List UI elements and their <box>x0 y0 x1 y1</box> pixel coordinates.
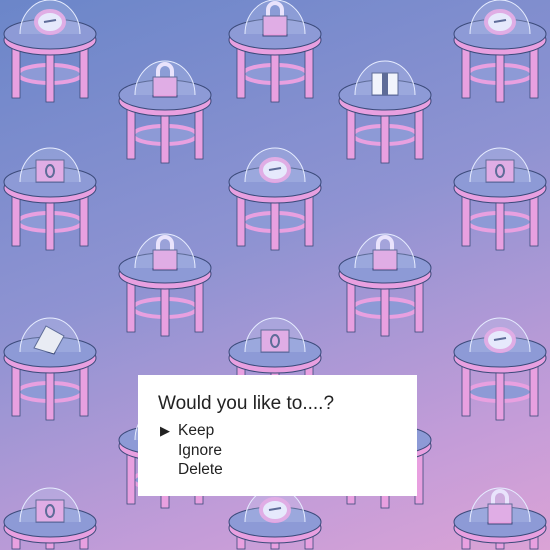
option-keep[interactable]: ▶ Keep <box>158 421 417 441</box>
display-table <box>453 147 547 251</box>
glass-dome <box>469 147 531 183</box>
glass-dome <box>469 0 531 35</box>
display-table <box>228 487 322 550</box>
display-table <box>118 60 212 164</box>
display-table <box>453 0 547 103</box>
display-table <box>338 233 432 337</box>
glass-dome <box>354 60 416 96</box>
display-table <box>3 487 97 550</box>
display-table <box>228 147 322 251</box>
option-ignore[interactable]: Ignore <box>158 441 417 461</box>
option-delete-label: Delete <box>178 461 223 478</box>
display-table <box>453 487 547 550</box>
glass-dome <box>19 147 81 183</box>
display-table <box>338 60 432 164</box>
glass-dome <box>244 0 306 35</box>
glass-dome <box>19 317 81 353</box>
glass-dome <box>134 60 196 96</box>
dialog-question: Would you like to....? <box>158 393 335 414</box>
option-delete[interactable]: Delete <box>158 460 417 480</box>
triangle-right-icon: ▶ <box>160 423 170 438</box>
glass-dome <box>244 317 306 353</box>
glass-dome <box>134 233 196 269</box>
glass-dome <box>469 487 531 523</box>
display-table <box>228 0 322 103</box>
glass-dome <box>469 317 531 353</box>
display-table <box>118 233 212 337</box>
glass-dome <box>19 0 81 35</box>
glass-dome <box>19 487 81 523</box>
choice-dialog: Would you like to....? ▶ Keep Ignore Del… <box>138 375 417 496</box>
display-table <box>3 0 97 103</box>
glass-dome <box>244 147 306 183</box>
display-table <box>3 147 97 251</box>
glass-dome <box>354 233 416 269</box>
display-table <box>453 317 547 421</box>
display-table <box>3 317 97 421</box>
option-ignore-label: Ignore <box>178 441 222 459</box>
option-keep-label: Keep <box>178 422 215 439</box>
